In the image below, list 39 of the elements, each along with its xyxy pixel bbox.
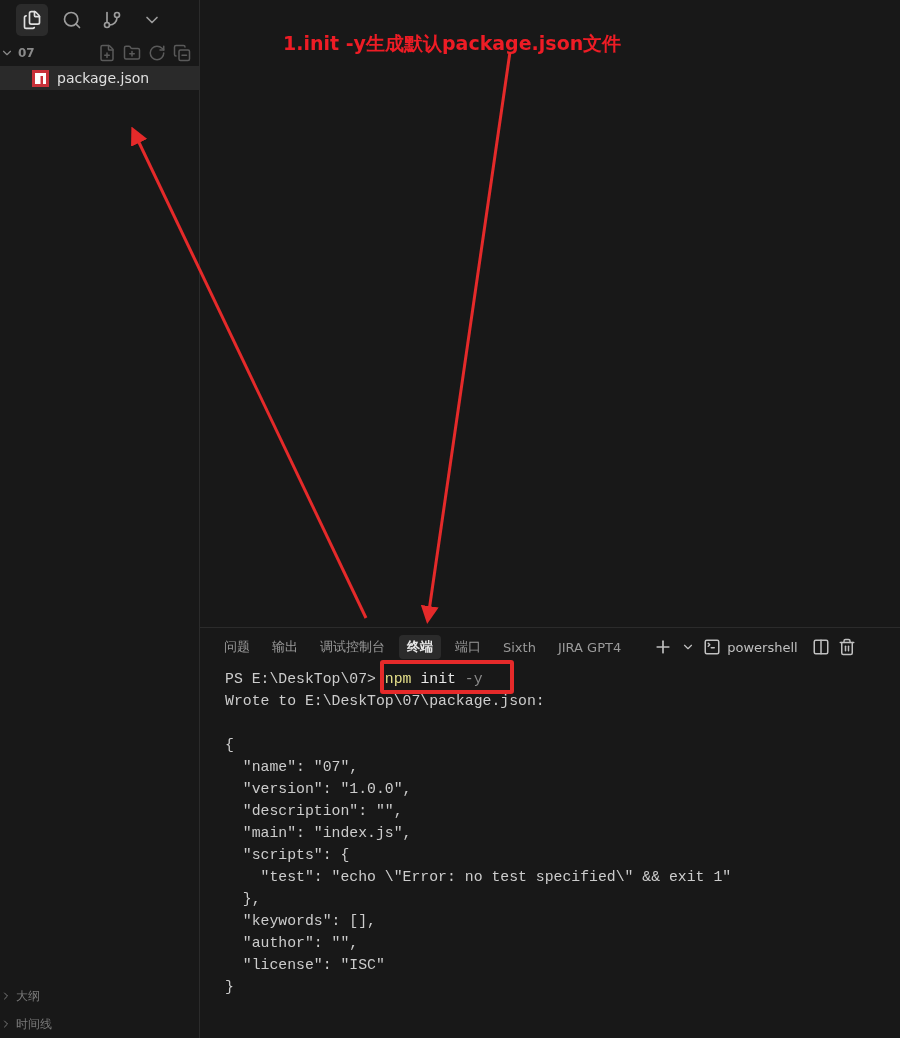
output-line: } <box>225 978 235 997</box>
output-line: "license": "ISC" <box>241 956 386 975</box>
refresh-icon[interactable] <box>148 44 166 62</box>
npm-icon <box>32 69 49 87</box>
panel-tab[interactable]: Sixth <box>495 636 544 658</box>
section-header[interactable]: 时间线 <box>0 1010 199 1038</box>
output-line: "test": "echo \"Error: no test specified\" && exit 1" <box>259 868 733 887</box>
section-header[interactable]: 大纲 <box>0 982 199 1010</box>
output-line: "version": "1.0.0", <box>241 780 413 799</box>
panel-tab[interactable]: 端口 <box>447 635 489 659</box>
file-item[interactable]: package.json <box>0 66 199 90</box>
command-text: npm <box>384 671 412 687</box>
output-line: "name": "07", <box>241 758 360 777</box>
folder-name[interactable]: 07 <box>18 46 35 60</box>
output-line: "scripts": { <box>241 846 351 865</box>
panel-tab[interactable]: JIRA GPT4 <box>549 636 630 658</box>
panel-tab[interactable]: 问题 <box>216 635 258 659</box>
output-line: "main": "index.js", <box>241 824 413 843</box>
terminal-icon <box>703 638 722 656</box>
trash-icon[interactable] <box>837 638 856 656</box>
output-line: Wrote to E:\DeskTop\07\package.json: <box>225 692 546 711</box>
panel-tab[interactable]: 输出 <box>264 635 306 659</box>
output-line: }, <box>241 890 262 909</box>
collapse-icon[interactable] <box>173 44 191 62</box>
new-file-icon[interactable] <box>98 44 116 62</box>
shell-label[interactable]: powershell <box>727 639 798 655</box>
output-line: "description": "", <box>241 802 404 821</box>
split-icon[interactable] <box>811 638 830 656</box>
output-line: { <box>225 736 235 755</box>
argument-text: init <box>420 671 456 687</box>
new-folder-icon[interactable] <box>123 44 141 62</box>
annotation-caption: 1.init -y生成默认package.json文件 <box>283 31 622 56</box>
output-line: "author": "", <box>241 934 360 953</box>
panel-tab[interactable]: 终端 <box>399 635 441 659</box>
prompt-text: PS E:\DeskTop\07> <box>225 671 376 687</box>
output-line: "keywords": [], <box>241 912 377 931</box>
explorer-icon[interactable] <box>16 4 48 36</box>
panel-tab[interactable]: 调试控制台 <box>312 635 393 659</box>
flag-text: -y <box>464 671 483 687</box>
